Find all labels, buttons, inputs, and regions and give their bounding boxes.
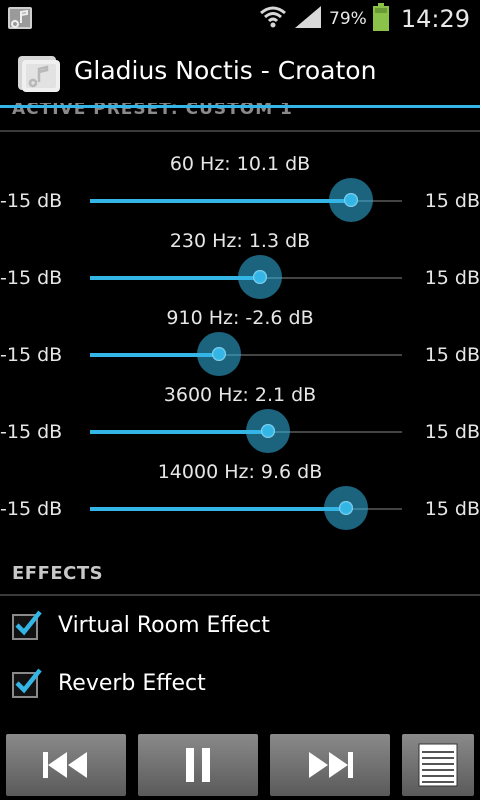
battery-icon xyxy=(372,3,389,35)
previous-button[interactable] xyxy=(6,734,126,796)
pause-button[interactable] xyxy=(138,734,258,796)
max-db-label: 15 dB xyxy=(424,190,480,212)
action-bar: Gladius Noctis - Croaton xyxy=(0,38,480,108)
band-slider[interactable] xyxy=(90,255,402,299)
reverb-label: Reverb Effect xyxy=(58,671,206,696)
max-db-label: 15 dB xyxy=(424,267,480,289)
band-label: 60 Hz: 10.1 dB xyxy=(169,153,311,175)
min-db-label: -15 dB xyxy=(0,498,63,520)
slider-thumb[interactable] xyxy=(246,409,290,453)
checkmark-icon xyxy=(15,610,42,636)
band-label: 230 Hz: 1.3 dB xyxy=(169,230,311,252)
notification-music-icon xyxy=(6,5,36,33)
slider-fill xyxy=(90,430,268,434)
min-db-label: -15 dB xyxy=(0,421,63,443)
wifi-icon xyxy=(259,4,287,34)
action-bar-divider xyxy=(0,105,480,108)
page-title: Gladius Noctis - Croaton xyxy=(74,56,377,85)
slider-fill xyxy=(90,199,351,203)
band-label: 3600 Hz: 2.1 dB xyxy=(163,384,317,406)
max-db-label: 15 dB xyxy=(424,421,480,443)
playlist-button[interactable] xyxy=(402,734,474,796)
min-db-label: -15 dB xyxy=(0,267,63,289)
min-db-label: -15 dB xyxy=(0,190,63,212)
music-folder-icon[interactable] xyxy=(14,52,64,94)
virtual-room-effect-row[interactable]: Virtual Room Effect xyxy=(0,602,480,652)
slider-thumb[interactable] xyxy=(324,486,368,530)
band-slider[interactable] xyxy=(90,332,402,376)
eq-band-3600hz: 3600 Hz: 2.1 dB -15 dB 15 dB xyxy=(0,384,480,460)
slider-fill xyxy=(90,276,260,280)
min-db-label: -15 dB xyxy=(0,344,63,366)
virtual-room-checkbox[interactable] xyxy=(12,610,42,640)
band-slider[interactable] xyxy=(90,178,402,222)
virtual-room-label: Virtual Room Effect xyxy=(58,613,270,638)
reverb-effect-row[interactable]: Reverb Effect xyxy=(0,660,480,710)
effects-divider xyxy=(0,594,480,596)
effects-header: EFFECTS xyxy=(12,563,104,584)
reverb-checkbox[interactable] xyxy=(12,668,42,698)
max-db-label: 15 dB xyxy=(424,344,480,366)
signal-icon xyxy=(293,4,323,34)
band-label: 910 Hz: -2.6 dB xyxy=(166,307,314,329)
slider-fill xyxy=(90,507,346,511)
checkmark-icon xyxy=(15,668,42,694)
playlist-icon xyxy=(418,743,458,787)
band-slider[interactable] xyxy=(90,486,402,530)
slider-thumb[interactable] xyxy=(197,332,241,376)
eq-band-910hz: 910 Hz: -2.6 dB -15 dB 15 dB xyxy=(0,307,480,383)
pause-icon xyxy=(186,748,210,782)
battery-percent: 79% xyxy=(329,9,367,29)
next-button[interactable] xyxy=(270,734,390,796)
previous-icon xyxy=(43,752,87,778)
preset-divider xyxy=(0,130,480,132)
eq-band-230hz: 230 Hz: 1.3 dB -15 dB 15 dB xyxy=(0,230,480,306)
clock: 14:29 xyxy=(400,5,470,33)
slider-thumb[interactable] xyxy=(238,255,282,299)
status-bar: 79% 14:29 xyxy=(0,0,480,38)
eq-band-14000hz: 14000 Hz: 9.6 dB -15 dB 15 dB xyxy=(0,461,480,537)
max-db-label: 15 dB xyxy=(424,498,480,520)
playback-controls xyxy=(0,732,480,800)
eq-band-60hz: 60 Hz: 10.1 dB -15 dB 15 dB xyxy=(0,153,480,229)
band-label: 14000 Hz: 9.6 dB xyxy=(157,461,323,483)
next-icon xyxy=(309,752,353,778)
slider-thumb[interactable] xyxy=(329,178,373,222)
band-slider[interactable] xyxy=(90,409,402,453)
